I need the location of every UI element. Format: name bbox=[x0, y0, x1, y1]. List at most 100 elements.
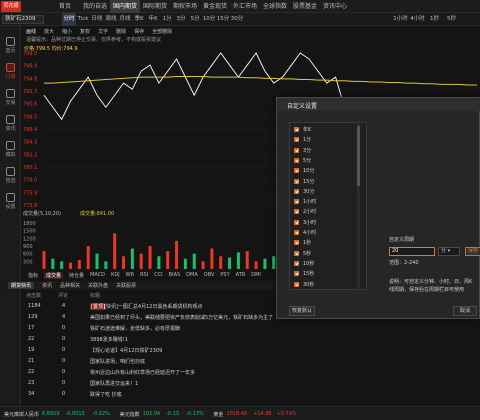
timeframe-tab[interactable]: 月线 bbox=[118, 13, 132, 26]
news-title[interactable]: 3898涨多赚钱!1 bbox=[90, 336, 128, 343]
timeframe-tab[interactable]: 10分 bbox=[202, 13, 216, 26]
timeframe-tab[interactable]: 3分 bbox=[174, 13, 188, 26]
timeframe-tab[interactable]: 5秒 bbox=[443, 13, 460, 26]
checkbox-checked-icon[interactable] bbox=[294, 250, 299, 256]
checkbox-checked-icon[interactable] bbox=[294, 281, 299, 287]
indicator-tab[interactable]: DMI bbox=[251, 272, 261, 278]
draw-tool[interactable]: 缩小 bbox=[62, 28, 72, 35]
sidebar-item[interactable]: 自选 bbox=[0, 164, 21, 188]
nav-item[interactable]: 首页 bbox=[50, 0, 80, 13]
period-checkbox-item[interactable]: 10分 bbox=[294, 167, 314, 177]
draw-tool[interactable]: 删除 bbox=[116, 28, 126, 35]
checkbox-checked-icon[interactable] bbox=[294, 168, 299, 174]
news-row[interactable]: 34 0 跌得了吃 抄底 bbox=[0, 390, 480, 400]
indicator-tab[interactable]: DMA bbox=[186, 272, 198, 278]
period-checkbox-item[interactable]: 3小时 bbox=[294, 219, 316, 229]
period-unit-select[interactable]: 分 ▾ bbox=[438, 247, 460, 256]
period-checkbox-item[interactable]: 3分 bbox=[294, 147, 311, 157]
period-checkbox-item[interactable]: 5分 bbox=[294, 157, 311, 167]
sidebar-item[interactable]: 模拟 bbox=[0, 138, 21, 162]
indicator-tab[interactable]: CCI bbox=[154, 272, 162, 278]
period-checkbox-item[interactable]: 1小时 bbox=[294, 198, 316, 208]
news-title[interactable]: 跌得了吃 抄底 bbox=[90, 391, 122, 398]
sidebar-item[interactable]: 行情 bbox=[0, 60, 21, 84]
indicator-tab[interactable]: ATR bbox=[236, 272, 246, 278]
timeframe-tab[interactable]: 周线 bbox=[104, 13, 118, 26]
checkbox-checked-icon[interactable] bbox=[294, 199, 299, 205]
news-row[interactable]: 22 0 3898涨多赚钱!1 bbox=[0, 335, 480, 345]
checkbox-checked-icon[interactable] bbox=[294, 178, 299, 184]
period-checkbox-item[interactable]: 15分 bbox=[294, 178, 314, 188]
timeframe-tab[interactable]: 1秒 bbox=[426, 13, 443, 26]
instrument-selector[interactable]: 铁矿石2309 bbox=[2, 15, 44, 24]
sidebar-item[interactable]: 交易 bbox=[0, 86, 21, 110]
nav-item[interactable]: 资讯中心 bbox=[320, 0, 350, 13]
indicator-tab[interactable]: RSI bbox=[140, 272, 148, 278]
period-checkbox-item[interactable]: 1分 bbox=[294, 136, 311, 146]
indicator-tab[interactable]: PSY bbox=[220, 272, 229, 278]
news-tab[interactable]: 期货快讯 bbox=[8, 282, 35, 289]
news-row[interactable]: 21 0 国家队进场，咱们也抄底 bbox=[0, 357, 480, 367]
timeframe-tab[interactable]: 30分 bbox=[230, 13, 244, 26]
news-title[interactable]: 铁矿石迷途难解，走低缺多，必有厚报酬 bbox=[90, 325, 180, 332]
scroll-thumb[interactable] bbox=[357, 126, 360, 186]
timeframe-tab[interactable]: 1小时 bbox=[392, 13, 409, 26]
draw-tool[interactable]: 放大 bbox=[44, 28, 54, 35]
news-row[interactable]: 23 0 国家队再进交运来！1 bbox=[0, 379, 480, 389]
period-checkbox-item[interactable]: 15秒 bbox=[294, 270, 314, 280]
nav-item[interactable]: 股票基金 bbox=[290, 0, 320, 13]
nav-item[interactable]: 黄金现货 bbox=[200, 0, 230, 13]
checkbox-checked-icon[interactable] bbox=[294, 147, 299, 153]
draw-tool[interactable]: 保存 bbox=[134, 28, 144, 35]
nav-item[interactable]: 全球指数 bbox=[260, 0, 290, 13]
sidebar-item[interactable]: 设置 bbox=[0, 190, 21, 214]
nav-item[interactable]: 外汇市场 bbox=[230, 0, 260, 13]
period-input[interactable]: 20 bbox=[389, 247, 435, 256]
period-checkbox-item[interactable]: 1秒 bbox=[294, 239, 311, 249]
timeframe-tab[interactable]: 季K bbox=[132, 13, 146, 26]
timeframe-tab[interactable]: 1分 bbox=[160, 13, 174, 26]
nav-item[interactable]: 国际期货 bbox=[140, 0, 170, 13]
cancel-button[interactable]: 取消 bbox=[453, 306, 477, 316]
news-title[interactable]: 美国如果已经到了尽头，美联储要把资产负债表削减5万亿美元，铁矿石缺多为主了 bbox=[90, 314, 273, 321]
news-title[interactable]: 【观心论道】4月12日铁矿2309 bbox=[90, 347, 162, 354]
news-title[interactable]: 国家队再进交运来！1 bbox=[90, 380, 138, 387]
period-checkbox-item[interactable]: 10秒 bbox=[294, 260, 314, 270]
timeframe-tab[interactable]: 5分 bbox=[188, 13, 202, 26]
checkbox-checked-icon[interactable] bbox=[294, 209, 299, 215]
indicator-tab[interactable]: 成交量 bbox=[44, 271, 64, 279]
nav-item[interactable]: 国内期货 bbox=[110, 0, 140, 13]
news-tab[interactable]: 关联外盘 bbox=[88, 282, 108, 289]
nav-item[interactable]: 期权市场 bbox=[170, 0, 200, 13]
timeframe-tab[interactable]: 日线 bbox=[90, 13, 104, 26]
checkbox-checked-icon[interactable] bbox=[294, 188, 299, 194]
draw-tool[interactable]: 全部删除 bbox=[152, 28, 172, 35]
period-checkbox-item[interactable]: 年K bbox=[294, 126, 311, 136]
indicator-tab[interactable]: KDJ bbox=[111, 272, 120, 278]
timeframe-tab[interactable]: 年K bbox=[146, 13, 160, 26]
checkbox-checked-icon[interactable] bbox=[294, 271, 299, 277]
timeframe-tab[interactable]: 4小时 bbox=[409, 13, 426, 26]
save-button[interactable]: 保存 bbox=[465, 247, 480, 256]
draw-tool[interactable]: 复权 bbox=[80, 28, 90, 35]
news-tab[interactable]: 品种相关 bbox=[60, 282, 80, 289]
news-tab[interactable]: 资讯 bbox=[42, 282, 52, 289]
news-title[interactable]: 国家队进场，咱们也抄底 bbox=[90, 358, 145, 365]
indicator-tab[interactable]: MACD bbox=[90, 272, 105, 278]
news-tab[interactable]: 关联股票 bbox=[116, 282, 136, 289]
checkbox-checked-icon[interactable] bbox=[294, 137, 299, 143]
news-title[interactable]: [快讯]一图汇总4月12日黑色系期货机构观点 bbox=[104, 303, 202, 310]
checklist-scrollbar[interactable] bbox=[357, 122, 360, 290]
period-checkbox-item[interactable]: 30分 bbox=[294, 188, 314, 198]
news-title[interactable]: 常州近边山外有山利红草场已经延迟开了一年多 bbox=[90, 369, 195, 376]
draw-tool[interactable]: 画线 bbox=[26, 28, 36, 35]
checkbox-checked-icon[interactable] bbox=[294, 127, 299, 132]
checkbox-checked-icon[interactable] bbox=[294, 260, 299, 266]
period-checkbox-item[interactable]: 2小时 bbox=[294, 208, 316, 218]
period-checkbox-item[interactable]: 30秒 bbox=[294, 281, 314, 290]
indicator-tab[interactable]: 持仓量 bbox=[69, 272, 84, 279]
checkbox-checked-icon[interactable] bbox=[294, 157, 299, 163]
news-row[interactable]: 19 0 【观心论道】4月12日铁矿2309 bbox=[0, 346, 480, 356]
period-checkbox-item[interactable]: 4小时 bbox=[294, 229, 316, 239]
checkbox-checked-icon[interactable] bbox=[294, 219, 299, 225]
